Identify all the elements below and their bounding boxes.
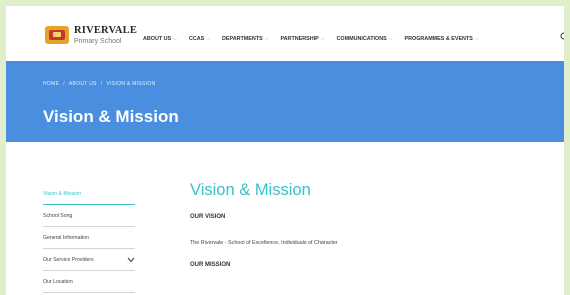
nav-programmes-events[interactable]: PROGRAMMES & EVENTS ⌵ — [405, 36, 479, 42]
chevron-down-icon[interactable] — [127, 257, 135, 263]
sidebar-item-vision-mission[interactable]: Vision & Mission — [43, 183, 135, 205]
vision-heading: OUR VISION — [190, 214, 226, 220]
vision-text: The Rivervale - School of Excellence, In… — [190, 240, 338, 246]
chevron-down-icon: ⌵ — [388, 36, 393, 42]
sidebar-nav: Vision & Mission School Song General Inf… — [43, 183, 135, 293]
nav-communications[interactable]: COMMUNICATIONS ⌵ — [337, 36, 393, 42]
chevron-down-icon: ⌵ — [474, 36, 479, 42]
breadcrumb-about[interactable]: ABOUT US — [69, 81, 97, 87]
page-banner: HOME / ABOUT US / VISION & MISSION Visio… — [6, 61, 564, 142]
chevron-down-icon: ⌵ — [206, 36, 211, 42]
banner-title: Vision & Mission — [43, 107, 179, 126]
nav-partnership[interactable]: PARTNERSHIP ⌵ — [280, 36, 324, 42]
chevron-down-icon: ⌵ — [320, 36, 325, 42]
content-title: Vision & Mission — [190, 181, 311, 199]
sidebar-item-general-information[interactable]: General Information — [43, 227, 135, 249]
school-name: RIVERVALE — [74, 25, 138, 36]
school-crest-icon — [45, 26, 69, 45]
main-nav: ABOUT US ⌵ CCAS ⌵ DEPARTMENTS ⌵ PARTNERSHIP… — [143, 36, 491, 42]
nav-departments[interactable]: DEPARTMENTS ⌵ — [222, 36, 268, 42]
page: RIVERVALE Primary School ABOUT US ⌵ CCAS ⌵… — [6, 6, 564, 295]
sidebar-item-service-providers[interactable]: Our Service Providers — [43, 249, 135, 271]
nav-ccas[interactable]: CCAS ⌵ — [189, 36, 210, 42]
breadcrumb: HOME / ABOUT US / VISION & MISSION — [43, 81, 156, 87]
site-header: RIVERVALE Primary School ABOUT US ⌵ CCAS ⌵… — [6, 6, 564, 60]
sidebar-item-school-song[interactable]: School Song — [43, 205, 135, 227]
sidebar-item-our-location[interactable]: Our Location — [43, 271, 135, 293]
chevron-down-icon: ⌵ — [264, 36, 269, 42]
school-subtitle: Primary School — [74, 37, 122, 45]
school-logo[interactable]: RIVERVALE Primary School — [45, 25, 138, 45]
nav-about-us[interactable]: ABOUT US ⌵ — [143, 36, 177, 42]
chevron-down-icon: ⌵ — [173, 36, 177, 42]
mission-heading: OUR MISSION — [190, 262, 231, 268]
breadcrumb-current: VISION & MISSION — [106, 81, 156, 87]
breadcrumb-home[interactable]: HOME — [43, 81, 59, 87]
search-icon[interactable] — [560, 32, 564, 42]
main-content: Vision & Mission OUR VISION The Riverval… — [190, 181, 550, 268]
